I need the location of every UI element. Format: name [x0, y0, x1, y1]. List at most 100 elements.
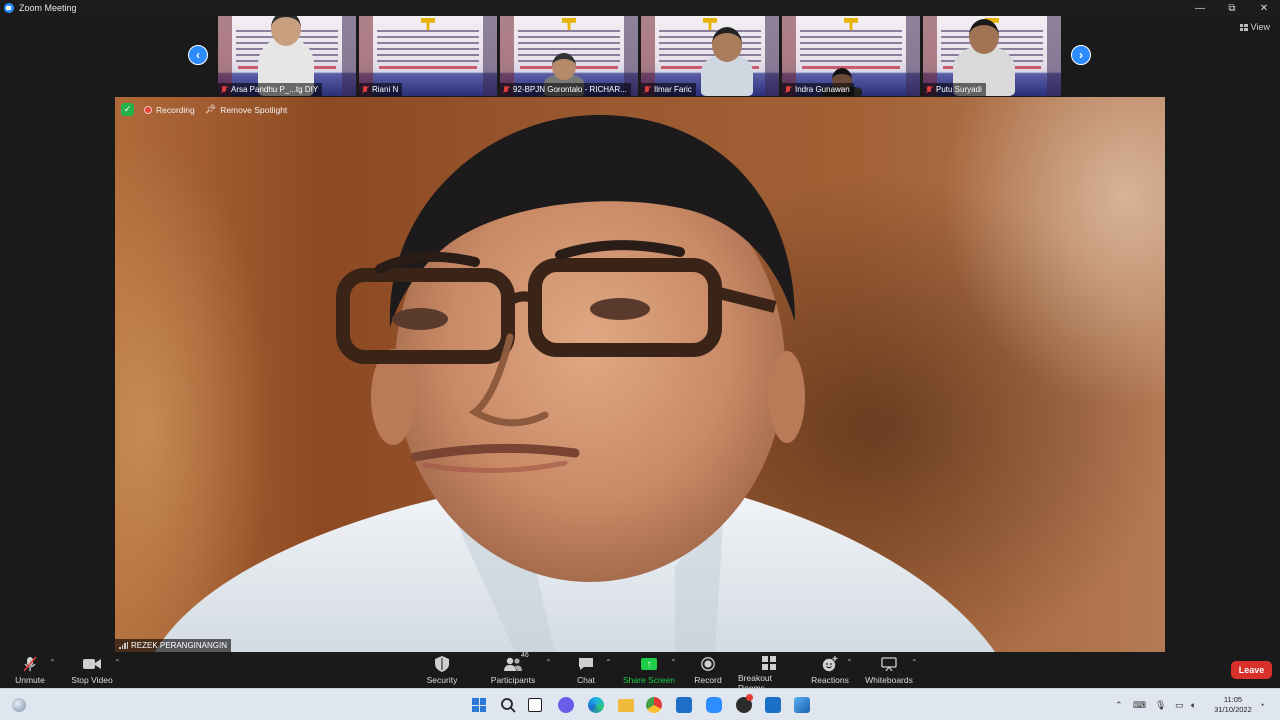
restore-button[interactable]: ⧉: [1216, 0, 1248, 16]
speaker-name: REZEK PERANGINANGIN: [131, 641, 228, 650]
participant-video-figure: [701, 27, 753, 96]
notification-dot-icon: [746, 694, 753, 701]
task-view-icon[interactable]: [528, 698, 542, 712]
participant-name: Riani N: [372, 85, 399, 94]
spotlight-video[interactable]: ✓ Recording 📌︎ Remove Spotlight REZEK PE…: [115, 97, 1165, 652]
slide-title-text-block: [377, 30, 479, 66]
encryption-shield-icon[interactable]: ✓: [121, 103, 134, 116]
security-label: Security: [426, 675, 458, 685]
notifications-icon[interactable]: ◔: [1259, 700, 1264, 710]
photos-icon[interactable]: [794, 697, 810, 713]
network-icon[interactable]: ▭: [1175, 700, 1184, 711]
whiteboards-options-caret-icon[interactable]: ⌃: [911, 658, 918, 667]
share-options-caret-icon[interactable]: ⌃: [670, 658, 677, 667]
participant-tile[interactable]: Riani N: [359, 16, 497, 96]
edge-browser-icon[interactable]: [588, 697, 604, 713]
window-title: Zoom Meeting: [19, 3, 77, 13]
chat-bubble-icon: [578, 656, 594, 672]
microphone-icon[interactable]: 🎙︎: [1155, 700, 1166, 711]
participant-name: Arsa Pandhu P_...tg DIY: [231, 85, 319, 94]
keyboard-icon[interactable]: ⌨: [1133, 700, 1146, 711]
file-explorer-icon[interactable]: [618, 699, 634, 712]
stop-video-button[interactable]: Stop Video: [70, 656, 114, 686]
share-screen-label: Share Screen: [623, 675, 675, 685]
breakout-rooms-icon: [762, 656, 776, 670]
record-icon: [701, 656, 715, 672]
participant-thumbnail-strip: Arsa Pandhu P_...tg DIY Riani N 92-BPJN …: [218, 16, 1061, 96]
mic-muted-icon: [784, 85, 792, 94]
video-options-caret-icon[interactable]: ⌃: [114, 658, 121, 667]
windows-start-icon[interactable]: [472, 698, 486, 712]
whiteboard-icon: [881, 656, 897, 672]
view-button[interactable]: View: [1239, 22, 1270, 32]
chevron-left-icon: ‹: [196, 48, 200, 62]
meeting-controls-toolbar: Unmute ⌃ Stop Video ⌃ Security 46 Partic…: [0, 652, 1280, 693]
previous-page-button[interactable]: ‹: [188, 45, 208, 65]
participant-name: Putu Suryadi: [936, 85, 982, 94]
minimize-button[interactable]: —: [1184, 0, 1216, 16]
zoom-meeting-window: Zoom Meeting — ⧉ ✕ View ‹ › Arsa Pandhu …: [0, 0, 1280, 720]
chevron-up-icon[interactable]: ⌃: [1115, 700, 1123, 711]
video-camera-icon: [83, 656, 101, 672]
chat-label: Chat: [577, 675, 595, 685]
record-button[interactable]: Record: [692, 656, 724, 686]
reactions-options-caret-icon[interactable]: ⌃: [846, 658, 853, 667]
participants-count: 46: [521, 652, 529, 659]
mic-muted-icon: [925, 85, 933, 94]
participant-name-bar: Ilmar Faric: [641, 83, 696, 96]
remove-spotlight-label: Remove Spotlight: [220, 104, 288, 115]
participant-name: 92-BPJN Gorontalo - RICHAR...: [513, 85, 627, 94]
teams-chat-icon[interactable]: [558, 697, 574, 713]
mic-muted-icon: [23, 656, 37, 672]
notepad-icon[interactable]: [676, 697, 692, 713]
chat-options-caret-icon[interactable]: ⌃: [605, 658, 612, 667]
search-icon[interactable]: [500, 697, 516, 713]
chrome-browser-icon[interactable]: [646, 697, 662, 713]
connection-signal-icon: [119, 642, 128, 649]
participant-head: [271, 16, 301, 46]
unmute-button[interactable]: Unmute: [14, 656, 46, 686]
participant-tile[interactable]: Putu Suryadi: [923, 16, 1061, 96]
zoom-app-icon[interactable]: [706, 697, 722, 713]
close-button[interactable]: ✕: [1248, 0, 1280, 16]
participant-tile[interactable]: Indra Gunawan: [782, 16, 920, 96]
participants-button[interactable]: 46 Participants: [490, 652, 536, 686]
volume-icon[interactable]: 🔈︎: [1191, 700, 1196, 711]
participant-tile[interactable]: 92-BPJN Gorontalo - RICHAR...: [500, 16, 638, 96]
participant-head: [712, 27, 742, 62]
slide-title-text-block: [800, 30, 902, 66]
participant-name: Indra Gunawan: [795, 85, 850, 94]
participant-head: [969, 19, 999, 54]
recording-indicator[interactable]: Recording: [144, 105, 195, 115]
chat-button[interactable]: Chat: [572, 656, 600, 686]
window-controls: — ⧉ ✕: [1184, 0, 1280, 16]
zoom-logo-icon: [4, 3, 14, 13]
pin-icon: 📌︎: [204, 104, 217, 114]
security-button[interactable]: Security: [426, 656, 458, 686]
stop-video-label: Stop Video: [71, 675, 113, 685]
mic-muted-icon: [643, 85, 651, 94]
whiteboards-button[interactable]: Whiteboards: [864, 656, 914, 686]
remove-spotlight-button[interactable]: 📌︎ Remove Spotlight: [205, 104, 288, 115]
weather-widget-icon[interactable]: [12, 698, 26, 712]
share-screen-icon-wrap: ↑: [641, 656, 657, 672]
windows-taskbar: ⌃ ⌨ 🎙︎ ▭ 🔈︎ 11:05 31/10/2022 ◔: [0, 688, 1280, 720]
media-player-icon[interactable]: [765, 697, 781, 713]
mic-muted-icon: [220, 85, 228, 94]
record-label: Record: [694, 675, 722, 685]
leave-button[interactable]: Leave: [1231, 661, 1272, 679]
participant-name-bar: Riani N: [359, 83, 403, 96]
breakout-rooms-button[interactable]: Breakout Rooms: [738, 656, 800, 693]
share-screen-button[interactable]: ↑ Share Screen: [622, 656, 676, 686]
share-arrow-icon: ↑: [641, 658, 657, 670]
participant-tile[interactable]: Ilmar Faric: [641, 16, 779, 96]
audio-options-caret-icon[interactable]: ⌃: [49, 658, 56, 667]
participants-options-caret-icon[interactable]: ⌃: [545, 658, 552, 667]
reactions-button[interactable]: Reactions: [810, 656, 850, 686]
taskbar-clock[interactable]: 11:05 31/10/2022: [1210, 695, 1256, 715]
participant-tile[interactable]: Arsa Pandhu P_...tg DIY: [218, 16, 356, 96]
chevron-right-icon: ›: [1079, 48, 1083, 62]
slide-subtitle-band: [379, 66, 477, 69]
next-page-button[interactable]: ›: [1071, 45, 1091, 65]
shield-icon: [435, 656, 449, 672]
